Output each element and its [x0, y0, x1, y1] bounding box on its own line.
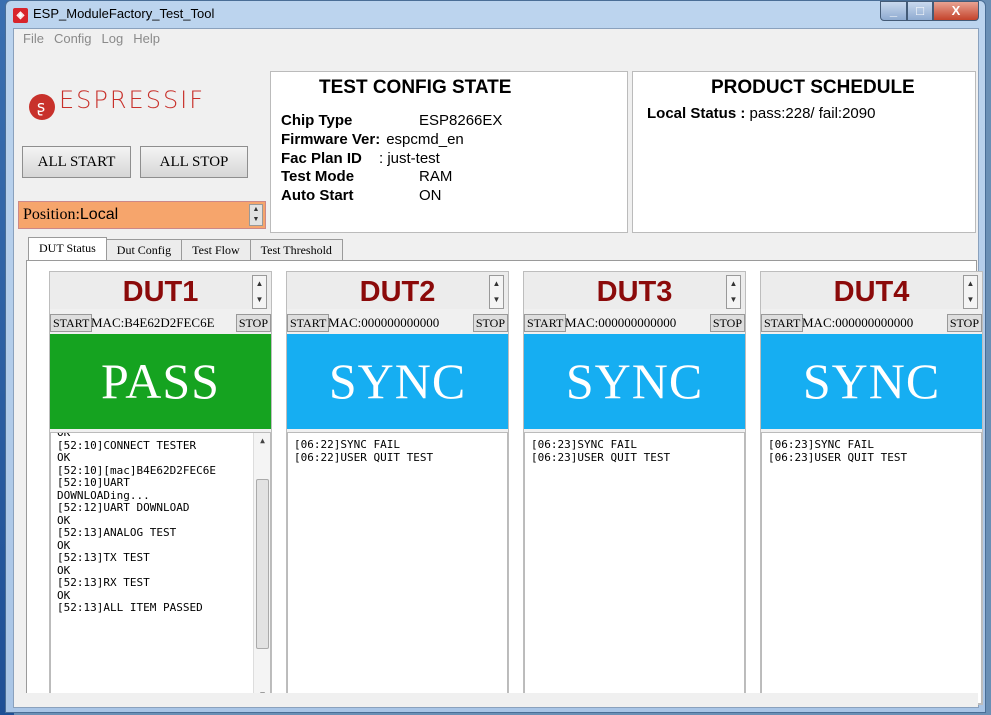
app-window: ◈ ESP_ModuleFactory_Test_Tool _ □ X File… — [5, 0, 986, 713]
dut-mac-address: MAC:000000000000 — [802, 315, 914, 330]
log-line: [52:13]ALL ITEM PASSED — [57, 601, 203, 614]
test-config-title: TEST CONFIG STATE — [319, 77, 512, 98]
close-button[interactable]: X — [933, 1, 979, 21]
dut-start-button[interactable]: START — [50, 314, 93, 332]
dut-mac-address: MAC:B4E62D2FEC6E — [91, 315, 215, 330]
app-icon: ◈ — [13, 8, 28, 23]
log-line: [52:13]ANALOG TEST — [57, 526, 177, 539]
product-schedule-panel: PRODUCT SCHEDULE Local Status : pass:228… — [632, 71, 976, 233]
config-row-fac-plan: Fac Plan ID: just-test — [281, 150, 440, 167]
dut-panel-4: DUT4 ▲ ▼ START MAC:000000000000 STOP SYNC… — [760, 271, 983, 705]
dut-start-button[interactable]: START — [287, 314, 330, 332]
config-row-chip-type: Chip Type ESP8266EX — [281, 112, 503, 129]
tab-dut-config[interactable]: Dut Config — [105, 239, 183, 261]
status-bar — [14, 693, 978, 707]
maximize-button[interactable]: □ — [907, 1, 933, 21]
dut-spinner[interactable]: ▲ ▼ — [252, 275, 267, 309]
local-status-label: Local Status : — [647, 105, 746, 122]
control-panel: ʂ ESPRESSIF ALL START ALL STOP Position:L… — [16, 71, 268, 233]
espressif-logo-icon: ʂ — [29, 94, 55, 120]
config-row-test-mode: Test Mode RAM — [281, 168, 453, 185]
dut-panel-3: DUT3 ▲ ▼ START MAC:000000000000 STOP SYNC… — [523, 271, 746, 705]
dut-name: DUT4 — [833, 276, 910, 308]
menu-config[interactable]: Config — [49, 29, 97, 49]
dut-spinner[interactable]: ▲ ▼ — [489, 275, 504, 309]
log-line: [06:23]SYNC FAIL — [768, 438, 874, 451]
menu-file[interactable]: File — [18, 29, 49, 49]
dut-status-panel: DUT1 ▲ ▼ START MAC:B4E62D2FEC6E STOP PASS… — [26, 260, 983, 706]
log-line: [06:22]SYNC FAIL — [294, 438, 400, 451]
dut-status-indicator: SYNC — [287, 334, 508, 429]
local-status: Local Status : pass:228/ fail:2090 — [647, 105, 875, 122]
dut-header: DUT2 ▲ ▼ — [287, 272, 508, 309]
local-status-value: pass:228/ fail:2090 — [749, 105, 876, 122]
all-start-button[interactable]: ALL START — [22, 146, 131, 178]
dut-header: DUT4 ▲ ▼ — [761, 272, 982, 309]
minimize-button[interactable]: _ — [880, 1, 907, 21]
window-controls: _ □ X — [880, 1, 979, 21]
dut-stop-button[interactable]: STOP — [235, 314, 271, 332]
dut-name: DUT2 — [359, 276, 436, 308]
dut-log[interactable]: [06:23]SYNC FAIL [06:23]USER QUIT TEST — [524, 432, 745, 704]
log-line: [52:13]RX TEST — [57, 576, 150, 589]
log-line: [06:23]USER QUIT TEST — [768, 450, 908, 464]
dut-mac-address: MAC:000000000000 — [328, 315, 440, 330]
menu-help[interactable]: Help — [128, 29, 165, 49]
dut-name: DUT3 — [596, 276, 673, 308]
test-config-panel: TEST CONFIG STATE Chip Type ESP8266EX Fir… — [270, 71, 628, 233]
menu-log[interactable]: Log — [97, 29, 129, 49]
log-line: [06:22]USER QUIT TEST — [294, 450, 434, 464]
dut-control-row: START MAC:000000000000 STOP — [524, 314, 745, 332]
tab-strip: DUT Status Dut Config Test Flow Test Thr… — [28, 237, 343, 262]
tab-test-flow[interactable]: Test Flow — [181, 239, 251, 261]
dut-mac-address: MAC:000000000000 — [565, 315, 677, 330]
client-area: File Config Log Help ʂ ESPRESSIF ALL STAR… — [13, 28, 983, 708]
dut-start-button[interactable]: START — [761, 314, 804, 332]
log-scrollbar[interactable]: ▲▼ — [253, 433, 270, 703]
dut-spinner[interactable]: ▲ ▼ — [726, 275, 741, 309]
dut-status-indicator: SYNC — [761, 334, 982, 429]
dut-spinner[interactable]: ▲ ▼ — [963, 275, 978, 309]
dut-stop-button[interactable]: STOP — [946, 314, 982, 332]
tab-dut-status[interactable]: DUT Status — [28, 237, 107, 262]
position-value: Local — [79, 206, 119, 223]
product-schedule-title: PRODUCT SCHEDULE — [711, 77, 915, 98]
tab-test-threshold[interactable]: Test Threshold — [249, 239, 343, 261]
dut-name: DUT1 — [122, 276, 199, 308]
log-line: [52:13]TX TEST — [57, 551, 150, 564]
scroll-thumb[interactable] — [256, 479, 269, 649]
dut-log[interactable]: [06:22]SYNC FAIL [06:22]USER QUIT TEST — [287, 432, 508, 704]
dut-control-row: START MAC:B4E62D2FEC6E STOP — [50, 314, 271, 332]
log-line: [52:10]UART — [57, 476, 130, 489]
dut-log[interactable]: [06:23]SYNC FAIL [06:23]USER QUIT TEST — [761, 432, 982, 704]
dut-stop-button[interactable]: STOP — [472, 314, 508, 332]
dut-header: DUT3 ▲ ▼ — [524, 272, 745, 309]
dut-control-row: START MAC:000000000000 STOP — [761, 314, 982, 332]
dut-panel-2: DUT2 ▲ ▼ START MAC:000000000000 STOP SYNC… — [286, 271, 509, 705]
position-spinner[interactable]: ▲ ▼ — [249, 204, 263, 226]
position-selector[interactable]: Position:Local ▲ ▼ — [18, 201, 266, 229]
dut-log[interactable]: OK [52:10]CONNECT TESTER OK [52:10][mac]B4E… — [50, 432, 271, 704]
espressif-logo: ʂ ESPRESSIF — [29, 86, 205, 120]
window-title: ESP_ModuleFactory_Test_Tool — [33, 6, 215, 21]
dut-status-indicator: SYNC — [524, 334, 745, 429]
dut-panel-1: DUT1 ▲ ▼ START MAC:B4E62D2FEC6E STOP PASS… — [49, 271, 272, 705]
log-line: [52:10]CONNECT TESTER — [57, 438, 197, 452]
log-line: [06:23]USER QUIT TEST — [531, 450, 671, 464]
log-line: OK — [57, 451, 71, 464]
dut-status-indicator: PASS — [50, 334, 271, 429]
scroll-up-icon[interactable]: ▲ — [254, 435, 270, 448]
dut-start-button[interactable]: START — [524, 314, 567, 332]
dut-stop-button[interactable]: STOP — [709, 314, 745, 332]
menu-bar: File Config Log Help — [14, 29, 978, 49]
dut-header: DUT1 ▲ ▼ — [50, 272, 271, 309]
config-row-auto-start: Auto Start ON — [281, 187, 442, 204]
config-row-firmware: Firmware Ver: espcmd_en — [281, 131, 464, 148]
title-bar: ◈ ESP_ModuleFactory_Test_Tool _ □ X — [6, 1, 985, 28]
dut-control-row: START MAC:000000000000 STOP — [287, 314, 508, 332]
log-line: [52:12]UART DOWNLOAD — [57, 501, 190, 514]
log-line: [06:23]SYNC FAIL — [531, 438, 637, 451]
all-stop-button[interactable]: ALL STOP — [140, 146, 248, 178]
position-label: Position: — [23, 206, 80, 223]
